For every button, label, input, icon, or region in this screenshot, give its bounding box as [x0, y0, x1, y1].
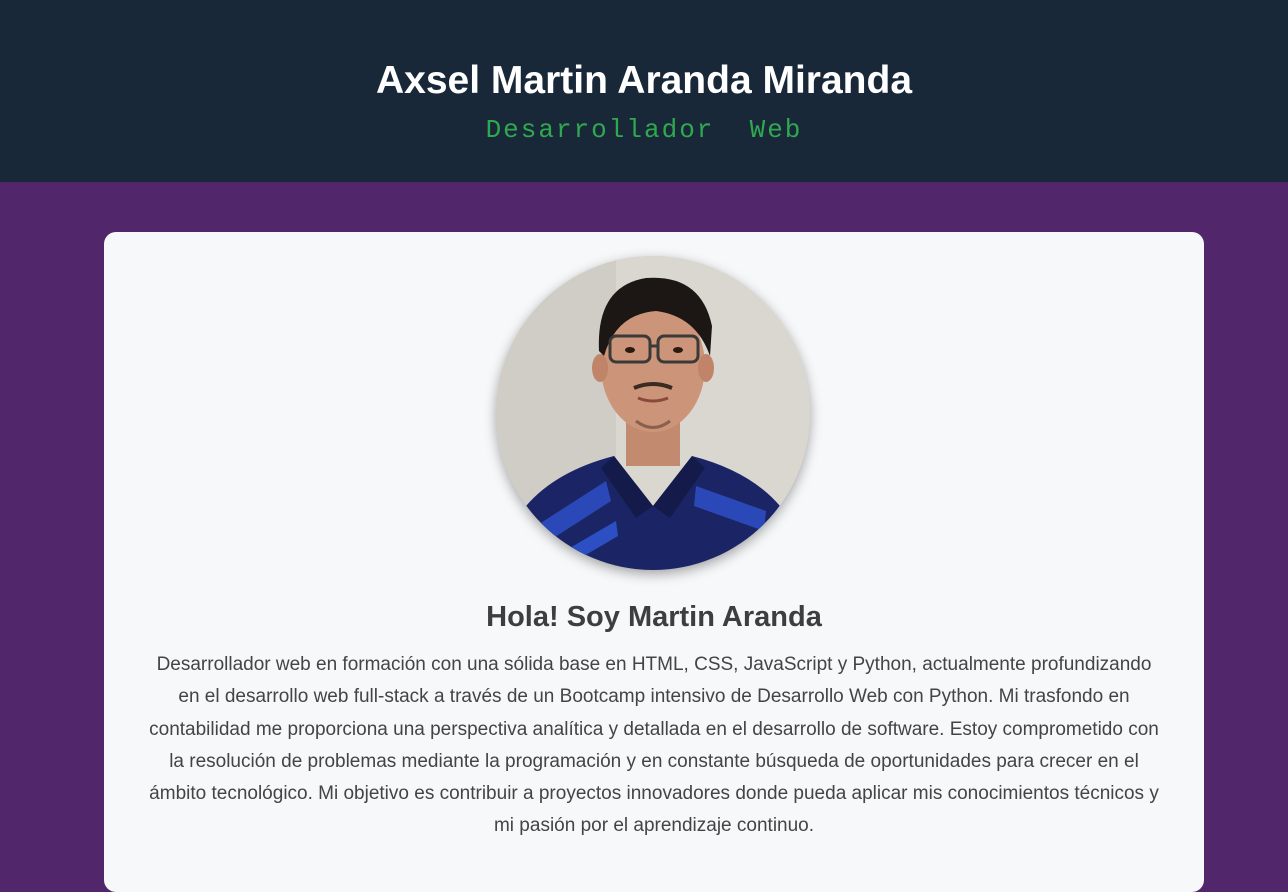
page-header: Axsel Martin Aranda Miranda Desarrollado… [0, 0, 1288, 182]
bio-paragraph: Desarrollador web en formación con una s… [149, 654, 1159, 837]
profile-photo [496, 256, 810, 570]
profile-card: Hola! Soy Martin Aranda Desarrollador we… [104, 232, 1204, 892]
greeting-heading: Hola! Soy Martin Aranda [486, 601, 822, 633]
site-title: Axsel Martin Aranda Miranda [375, 59, 913, 102]
site-subtitle: Desarrollador Web [485, 115, 803, 145]
